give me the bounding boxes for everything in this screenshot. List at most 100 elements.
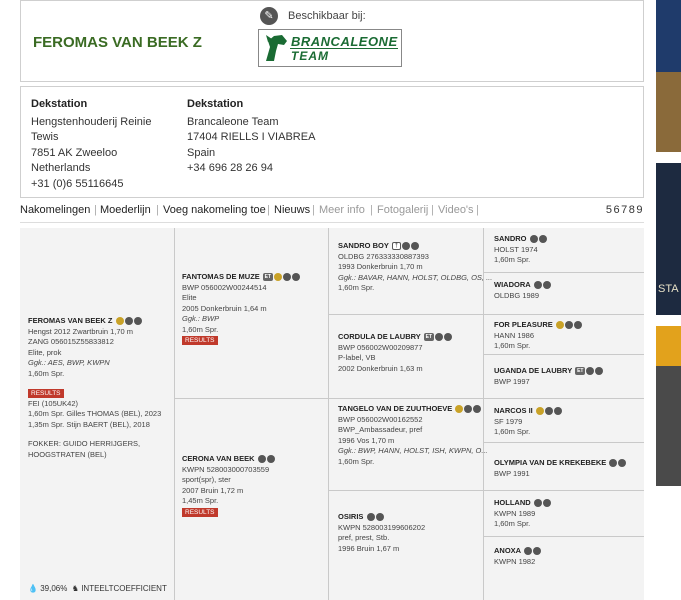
horse-icon xyxy=(586,367,595,376)
tab-moederlijn[interactable]: Moederlijn xyxy=(100,204,151,216)
horse-name[interactable]: FANTOMAS DE MUZE xyxy=(182,272,260,281)
tab-nieuws[interactable]: Nieuws xyxy=(274,204,310,216)
horse-name[interactable]: CERONA VAN BEEK xyxy=(182,454,255,463)
edit-icon[interactable] xyxy=(443,333,452,342)
edit-icon[interactable] xyxy=(542,499,551,508)
tab-voeg-nakomeling-toe[interactable]: Voeg nakomeling toe xyxy=(163,204,266,216)
pedigree-dam-sire[interactable]: TANGELO VAN DE ZUUTHOEVE BWP 056002W0016… xyxy=(338,404,488,467)
et-icon: ET xyxy=(262,273,273,282)
stud-line: 7851 AK Zweeloo xyxy=(31,146,118,159)
horse-detail: KWPN 528003199606202 xyxy=(338,522,426,532)
edit-icon[interactable] xyxy=(291,273,300,282)
edit-icon[interactable] xyxy=(133,317,142,326)
pedigree-g4[interactable]: WIADORA OLDBG 1989 xyxy=(494,280,551,301)
edit-icon[interactable] xyxy=(533,547,542,556)
tab-separator: | xyxy=(94,204,97,216)
breeder-line: FOKKER: GUIDO HERRIJGERS, xyxy=(28,439,141,448)
ad-photo xyxy=(656,72,681,152)
edit-icon[interactable] xyxy=(553,407,562,416)
row-divider xyxy=(328,490,483,491)
horse-name[interactable]: TANGELO VAN DE ZUUTHOEVE xyxy=(338,404,452,413)
ad-banner[interactable] xyxy=(656,326,681,486)
edit-icon[interactable] xyxy=(473,405,482,414)
horse-detail: 1,60m Spr. xyxy=(494,427,531,436)
stud-line: Hengstenhouderij Reinie xyxy=(31,115,152,128)
edit-icon[interactable] xyxy=(573,321,582,330)
horse-name[interactable]: SANDRO BOY xyxy=(338,241,389,250)
edit-icon[interactable] xyxy=(618,459,627,468)
tab-fotogalerij[interactable]: Fotogalerij xyxy=(377,204,428,216)
horse-name[interactable]: HOLLAND xyxy=(494,498,531,507)
pedigree-sire[interactable]: FANTOMAS DE MUZE ET BWP 056002W00244514 … xyxy=(182,272,300,346)
horse-name[interactable]: WIADORA xyxy=(494,280,531,289)
edit-icon[interactable] xyxy=(538,235,547,244)
horse-detail: sport(spr), ster xyxy=(182,475,231,484)
tab-videos[interactable]: Video's xyxy=(438,204,474,216)
stud-line: 17404 RIELLS I VIABREA xyxy=(187,131,316,143)
pedigree-g4[interactable]: UGANDA DE LAUBRY ET BWP 1997 xyxy=(494,366,604,387)
inbreeding-label[interactable]: INTEELTCOEFFICIENT xyxy=(81,584,167,593)
pedigree-g4[interactable]: FOR PLEASURE HANN 1986 1,60m Spr. xyxy=(494,320,582,352)
tab-separator: | xyxy=(312,204,315,216)
stud-phone[interactable]: +31 (0)6 55116645 xyxy=(31,177,151,193)
horse-name[interactable]: CORDULA DE LAUBRY xyxy=(338,332,421,341)
ad-banner[interactable] xyxy=(656,0,681,152)
pedigree-sire-sire[interactable]: SANDRO BOY † OLDBG 276333330887393 1993 … xyxy=(338,241,492,294)
horse-detail: BWP 056002W00244514 xyxy=(182,282,267,292)
badge-icon xyxy=(115,317,124,326)
horse-name[interactable]: FEROMAS VAN BEEK Z xyxy=(28,316,112,325)
horse-name[interactable]: OLYMPIA VAN DE KREKEBEKE xyxy=(494,458,606,467)
pedigree-g4[interactable]: OLYMPIA VAN DE KREKEBEKE BWP 1991 xyxy=(494,458,627,479)
horse-icon xyxy=(257,455,266,464)
edit-icon[interactable] xyxy=(375,513,384,522)
badge-icon xyxy=(535,407,544,416)
column-divider xyxy=(174,228,175,600)
horse-detail: 2002 Donkerbruin 1,63 m xyxy=(338,363,423,373)
horse-icon xyxy=(124,317,133,326)
horse-name[interactable]: ANOXA xyxy=(494,546,521,555)
pedigree-subject[interactable]: FEROMAS VAN BEEK Z Hengst 2012 Zwartbrui… xyxy=(28,316,161,460)
tab-nakomelingen[interactable]: Nakomelingen xyxy=(20,204,90,216)
horse-detail: Ggk.: BWP, HANN, HOLST, ISH, KWPN, O... xyxy=(338,446,488,455)
horse-detail: 2007 Bruin 1,72 m xyxy=(182,485,244,495)
pedigree-sire-dam[interactable]: CORDULA DE LAUBRY ET BWP 056002W00209877… xyxy=(338,332,452,374)
tab-meer-info[interactable]: Meer info xyxy=(319,204,365,216)
brancaleone-logo[interactable]: BRANCALEONE TEAM xyxy=(258,29,402,67)
stud-contact-1: Dekstation Hengstenhouderij Reinie Tewis… xyxy=(31,97,151,192)
result-line: 1,60m Spr. Gilles THOMAS (BEL), 2023 xyxy=(28,409,162,418)
stud-phone[interactable]: +34 696 28 26 94 xyxy=(187,161,315,177)
edit-icon[interactable] xyxy=(410,242,419,251)
edit-icon[interactable] xyxy=(266,455,275,464)
badge-icon xyxy=(555,321,564,330)
horse-icon xyxy=(464,405,473,414)
ad-banner[interactable]: STA xyxy=(656,163,681,315)
pedigree-dam-dam[interactable]: OSIRIS KWPN 528003199606202 pref, prest,… xyxy=(338,512,425,554)
horse-detail: BWP 056002W00209877 xyxy=(338,342,423,352)
pedigree-g4[interactable]: SANDRO HOLST 1974 1,60m Spr. xyxy=(494,234,547,266)
horse-detail: ZANG 056015Z55833812 xyxy=(28,337,114,346)
results-button[interactable]: RESULTS xyxy=(182,507,218,517)
logo-text-line1: BRANCALEONE xyxy=(291,34,398,49)
horse-detail: Ggk.: BAVAR, HANN, HOLST, OLDBG, OS, ... xyxy=(338,272,493,282)
results-button[interactable]: RESULTS xyxy=(182,336,218,345)
horse-detail: 1,60m Spr. xyxy=(28,368,65,378)
edit-icon[interactable] xyxy=(595,367,604,376)
horse-name[interactable]: SANDRO xyxy=(494,234,527,243)
pedigree-g4[interactable]: ANOXA KWPN 1982 xyxy=(494,546,542,567)
horse-detail: OLDBG 276333330887393 xyxy=(338,251,429,261)
pagination[interactable]: 56789 xyxy=(606,204,644,216)
results-button[interactable]: RESULTS xyxy=(28,389,64,398)
pedigree-dam[interactable]: CERONA VAN BEEK KWPN 528003000703559 spo… xyxy=(182,454,275,517)
edit-icon[interactable] xyxy=(542,281,551,290)
pedigree-g4[interactable]: HOLLAND KWPN 1989 1,60m Spr. xyxy=(494,498,551,530)
pedigree-panel: FEROMAS VAN BEEK Z Hengst 2012 Zwartbrui… xyxy=(20,228,644,600)
horse-name[interactable]: OSIRIS xyxy=(338,512,363,521)
horse-icon xyxy=(282,273,291,282)
horse-detail: HANN 1986 xyxy=(494,330,535,340)
horse-name[interactable]: FOR PLEASURE xyxy=(494,320,553,329)
pencil-icon[interactable]: ✎ xyxy=(260,7,278,25)
horse-name[interactable]: UGANDA DE LAUBRY xyxy=(494,366,572,375)
pedigree-g4[interactable]: NARCOS II SF 1979 1,60m Spr. xyxy=(494,406,562,438)
horse-name[interactable]: NARCOS II xyxy=(494,406,533,415)
horse-small-icon: ♞ xyxy=(71,584,79,593)
